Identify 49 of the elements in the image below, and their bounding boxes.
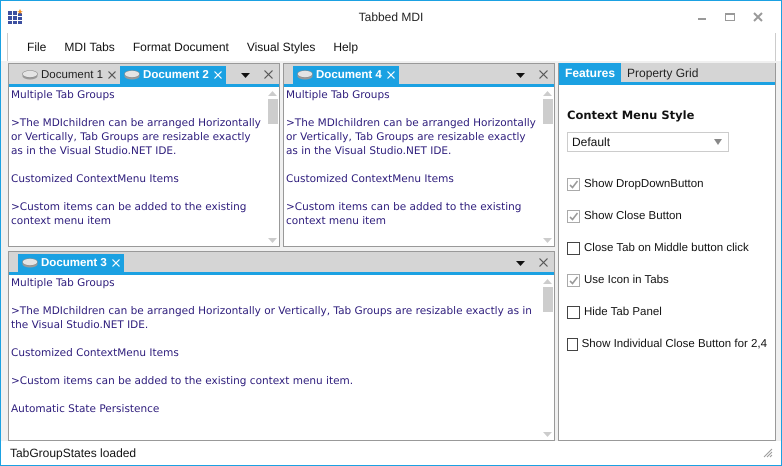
document-text: Automatic State Persistence (11, 402, 160, 416)
document-text: Multiple Tab Groups (11, 88, 116, 102)
document-text: Multiple Tab Groups (286, 88, 391, 102)
checkbox-label: Close Tab on Middle button click (584, 242, 749, 254)
checkbox-label: Show Individual Close Button for 2,4 (582, 338, 767, 350)
checkbox-label: Show DropDownButton (584, 178, 704, 190)
dropdown-arrow-icon[interactable] (241, 73, 250, 78)
document-text: Multiple Tab Groups (11, 276, 116, 290)
close-icon[interactable] (539, 70, 548, 79)
document-text: >Custom items can be added to the existing context menu item (286, 200, 522, 228)
grid-icon (8, 9, 24, 25)
disk-icon (297, 70, 313, 80)
checkbox-label: Show Close Button (584, 210, 682, 222)
panel-tab[interactable]: Property Grid (621, 63, 704, 82)
disk-icon (124, 70, 140, 80)
menu-item[interactable]: Help (324, 40, 368, 54)
checkbox-label: Use Icon in Tabs (584, 274, 669, 286)
checkbox[interactable] (567, 306, 580, 318)
menu-item[interactable]: MDI Tabs (55, 40, 124, 54)
document-text: >Custom items can be added to the existing context menu item (11, 200, 248, 228)
document-text: Customized ContextMenu Items (11, 346, 180, 360)
document-tab[interactable]: Document 1 (18, 66, 120, 84)
checkbox[interactable] (567, 242, 580, 254)
style-dropdown[interactable]: Default (567, 132, 729, 152)
dropdown-arrow-icon[interactable] (516, 261, 525, 266)
resize-grip-icon[interactable] (763, 448, 773, 458)
close-icon[interactable] (108, 71, 116, 79)
caret-icon (714, 139, 722, 145)
document-text: >The MDIchildren can be arranged Horizontally or Vertically, Tab Groups are resizable exactly as in the Visual Studio.NET IDE. (11, 304, 533, 332)
maximize-icon[interactable] (725, 12, 735, 22)
document-text: Customized ContextMenu Items (11, 172, 180, 186)
document-text: >The MDIchildren can be arranged Horizontally or Vertically, Tab Groups are resizable exactly as in the Visual Studio.NET IDE. (11, 116, 262, 158)
dropdown-arrow-icon[interactable] (516, 73, 525, 78)
menu-item[interactable]: Format Document (124, 40, 238, 54)
close-icon[interactable] (753, 12, 763, 22)
menu-item[interactable]: File (18, 40, 56, 54)
window-title: Tabbed MDI (358, 10, 424, 24)
document-text: >The MDIchildren can be arranged Horizontally or Vertically, Tab Groups are resizable exactly as in the Visual Studio.NET IDE. (286, 116, 537, 158)
menu-item[interactable]: Visual Styles (238, 40, 324, 54)
section-heading: Context Menu Style (567, 108, 696, 122)
close-icon[interactable] (539, 258, 548, 267)
checkbox-label: Hide Tab Panel (584, 306, 662, 318)
document-text: >Custom items can be added to the existing context menu item. (11, 374, 354, 388)
document-text: Customized ContextMenu Items (286, 172, 455, 186)
disk-icon (22, 70, 38, 80)
checkbox[interactable] (567, 338, 578, 350)
close-icon[interactable] (264, 70, 273, 79)
status-text: TabGroupStates loaded (10, 446, 136, 460)
disk-icon (22, 258, 38, 268)
